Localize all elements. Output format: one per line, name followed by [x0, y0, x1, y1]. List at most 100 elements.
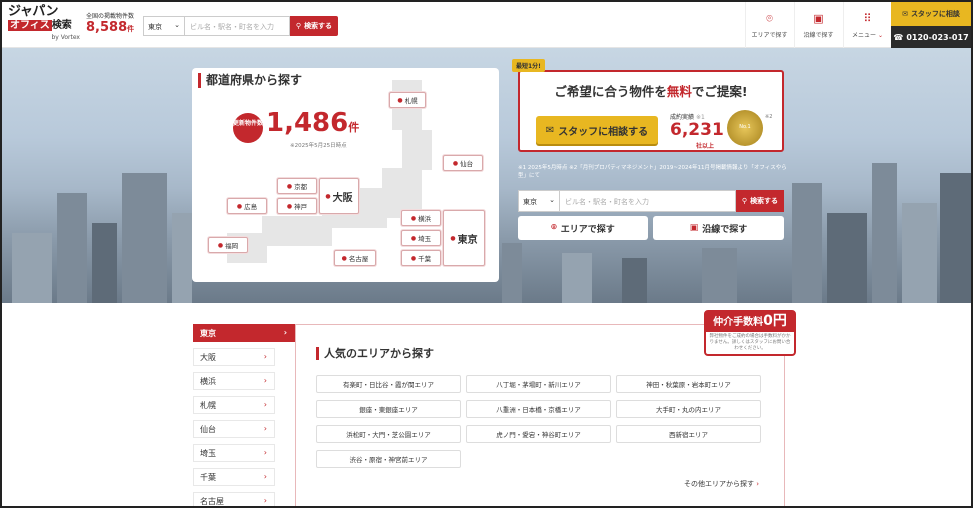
pref-chiba[interactable]: ● 千葉	[401, 250, 441, 266]
phone-button[interactable]: ☎ 0120-023-017	[891, 26, 971, 48]
prefecture-card: 都道府県から探す 更新物件数 1,486件 ※2025年5月25日時点 ● 札幌 …	[192, 68, 499, 282]
pref-kobe[interactable]: ● 神戸	[277, 198, 317, 214]
pin-icon: ●	[325, 192, 331, 200]
nav-area[interactable]: ⌾ エリアで探す	[745, 2, 793, 48]
pref-sendai[interactable]: ● 仙台	[443, 155, 483, 171]
hero-search-button[interactable]: ⚲ 検索する	[736, 190, 784, 212]
record-number: 6,231	[670, 120, 724, 140]
pin-icon: ●	[236, 202, 243, 210]
menu-icon: ⠿	[863, 12, 872, 25]
hero-search: 東京 ⌄ ビル名・駅名・町名を入力 ⚲ 検索する	[518, 190, 784, 212]
chevron-right-icon: ›	[263, 352, 267, 361]
header-search-input[interactable]: ビル名・駅名・町名を入力	[185, 16, 290, 36]
pref-yokohama[interactable]: ● 横浜	[401, 210, 441, 226]
pin-icon: ●	[286, 182, 293, 190]
pin-icon: ⌾	[551, 223, 557, 233]
mail-icon: ✉	[902, 10, 908, 18]
area-link[interactable]: 渋谷・原宿・神宮前エリア	[316, 450, 461, 468]
staff-consult-button[interactable]: ✉ スタッフに相談	[891, 2, 971, 26]
chevron-right-icon: ›	[263, 472, 267, 481]
sidebar-item-saitama[interactable]: 埼玉 ›	[193, 444, 275, 462]
site-header: ジャパン オフィス 検索 by Vortex 全国の掲載物件数 8,588件 東京…	[2, 2, 971, 48]
mail-icon: ✉	[545, 124, 555, 136]
area-link[interactable]: 銀座・東銀座エリア	[316, 400, 461, 418]
hero-search-input[interactable]: ビル名・駅名・町名を入力	[560, 190, 736, 212]
site-logo[interactable]: ジャパン オフィス 検索 by Vortex	[8, 5, 80, 45]
offer-footnote: ※1 2025年5月時点 ※2「月刊プロパティマネジメント」2019~2024年…	[518, 165, 787, 179]
pref-fukuoka[interactable]: ● 福岡	[208, 237, 248, 253]
area-link[interactable]: 有楽町・日比谷・霞が関エリア	[316, 375, 461, 393]
area-link[interactable]: 虎ノ門・愛宕・神谷町エリア	[466, 425, 611, 443]
area-link[interactable]: 大手町・丸の内エリア	[616, 400, 761, 418]
pref-nagoya[interactable]: ● 名古屋	[334, 250, 376, 266]
popular-areas-title: 人気のエリアから探す	[316, 347, 434, 360]
chevron-right-icon: ›	[263, 376, 267, 385]
nav-menu[interactable]: ⠿ メニュー ⌄	[843, 2, 891, 48]
sidebar-item-yokohama[interactable]: 横浜 ›	[193, 372, 275, 390]
pin-icon: ●	[452, 159, 459, 167]
logo-box: オフィス	[8, 20, 52, 31]
sidebar-item-sapporo[interactable]: 札幌 ›	[193, 396, 275, 414]
logo-by: by Vortex	[51, 34, 80, 41]
fee-zero: 0円	[763, 313, 787, 329]
sidebar-item-sendai[interactable]: 仙台 ›	[193, 420, 275, 438]
header-region-select[interactable]: 東京 ⌄	[143, 16, 185, 36]
hero-region-select[interactable]: 東京 ⌄	[518, 190, 560, 212]
consult-staff-button[interactable]: ✉ スタッフに相談する	[536, 116, 658, 144]
fee-label: 仲介手数料	[713, 317, 764, 328]
area-link[interactable]: 西新宿エリア	[616, 425, 761, 443]
pin-icon: ●	[341, 254, 347, 262]
prefecture-title: 都道府県から探す	[198, 73, 309, 88]
pref-kyoto[interactable]: ● 京都	[277, 178, 317, 194]
pin-icon: ⌾	[766, 12, 773, 25]
sidebar-item-nagoya[interactable]: 名古屋 ›	[193, 492, 275, 506]
listing-count: 全国の掲載物件数 8,588件	[86, 11, 134, 37]
header-search: 東京 ⌄ ビル名・駅名・町名を入力 ⚲ 検索する	[143, 16, 338, 36]
pref-saitama[interactable]: ● 埼玉	[401, 230, 441, 246]
page-frame: ジャパン オフィス 検索 by Vortex 全国の掲載物件数 8,588件 東京…	[0, 0, 973, 508]
map-kansai	[262, 216, 332, 246]
chevron-right-icon: ›	[263, 400, 267, 409]
chevron-right-icon: ›	[263, 496, 267, 505]
pref-tokyo[interactable]: ● 東京	[443, 210, 485, 266]
search-icon: ⚲	[741, 197, 748, 205]
pref-sapporo[interactable]: ● 札幌	[389, 92, 426, 108]
hero-section: 都道府県から探す 更新物件数 1,486件 ※2025年5月25日時点 ● 札幌 …	[2, 48, 971, 303]
sidebar-item-chiba[interactable]: 千葉 ›	[193, 468, 275, 486]
area-link[interactable]: 八重洲・日本橋・京橋エリア	[466, 400, 611, 418]
update-count-unit: 件	[348, 121, 360, 134]
logo-line1: ジャパン	[8, 4, 59, 19]
area-link[interactable]: 浜松町・大門・芝公園エリア	[316, 425, 461, 443]
chevron-right-icon: ›	[263, 448, 267, 457]
update-count: 1,486	[266, 108, 349, 138]
area-link[interactable]: 神田・秋葉原・岩本町エリア	[616, 375, 761, 393]
more-areas-link[interactable]: その他エリアから探す ›	[684, 479, 759, 489]
area-link[interactable]: 八丁堀・茅場町・新川エリア	[466, 375, 611, 393]
listing-count-unit: 件	[127, 25, 135, 33]
logo-rest: 検索	[51, 20, 72, 31]
fee-note: 弊社物件をご成約の場合は手数料がかかりません。詳しくはスタッフにお問い合わせくだ…	[709, 334, 791, 351]
listing-count-value: 8,588	[86, 20, 128, 35]
pin-icon: ●	[450, 234, 456, 242]
search-by-area-button[interactable]: ⌾ エリアで探す	[518, 216, 648, 240]
pin-icon: ●	[286, 202, 293, 210]
chevron-down-icon: ⌄	[877, 32, 883, 39]
city-sidebar: 東京 › 大阪 › 横浜 › 札幌 › 仙台 › 埼玉 › 千葉 › 名古屋 ›	[193, 324, 295, 506]
nav-line[interactable]: ▣ 沿線で探す	[794, 2, 842, 48]
pin-icon: ●	[397, 96, 403, 104]
search-by-line-button[interactable]: ▣ 沿線で探す	[653, 216, 784, 240]
offer-heading: ご希望に合う物件を無料でご提案!	[554, 84, 748, 99]
sidebar-item-osaka[interactable]: 大阪 ›	[193, 348, 275, 366]
medal-note: ※2	[765, 114, 773, 120]
pref-osaka[interactable]: ● 大阪	[319, 178, 359, 214]
header-search-button[interactable]: ⚲ 検索する	[290, 16, 338, 36]
update-date: ※2025年5月25日時点	[290, 143, 347, 149]
search-icon: ⚲	[295, 22, 302, 30]
listing-count-label: 全国の掲載物件数	[86, 13, 135, 20]
sidebar-item-tokyo[interactable]: 東京 ›	[193, 324, 295, 342]
pref-hiroshima[interactable]: ● 広島	[227, 198, 267, 214]
chevron-right-icon: ›	[263, 424, 267, 433]
fee-badge: 仲介手数料0円 弊社物件をご成約の場合は手数料がかかりません。詳しくはスタッフに…	[704, 310, 796, 356]
pin-icon: ●	[410, 214, 417, 222]
pin-icon: ●	[410, 234, 417, 242]
